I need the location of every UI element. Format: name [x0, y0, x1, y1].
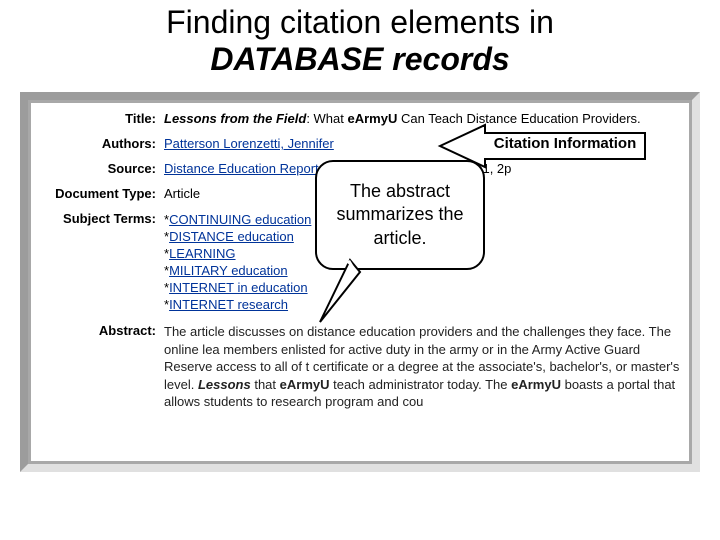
- subject-link[interactable]: MILITARY education: [169, 263, 288, 278]
- author-link[interactable]: Patterson Lorenzetti, Jennifer: [164, 136, 334, 151]
- slide: Finding citation elements in DATABASE re…: [0, 0, 720, 540]
- heading-line2: DATABASE records: [210, 41, 509, 77]
- citation-arrow-callout: Citation Information: [440, 125, 640, 167]
- abstract-row: Abstract: The article discusses on dista…: [31, 321, 689, 413]
- heading-line1: Finding citation elements in: [166, 4, 554, 40]
- subject-label: Subject Terms:: [31, 211, 164, 226]
- doctype-label: Document Type:: [31, 186, 164, 201]
- citation-arrow-label: Citation Information: [490, 135, 640, 152]
- subject-link[interactable]: DISTANCE education: [169, 229, 294, 244]
- source-link[interactable]: Distance Education Report: [164, 161, 319, 176]
- title-value: Lessons from the Field: What eArmyU Can …: [164, 111, 689, 126]
- subject-link[interactable]: INTERNET research: [169, 297, 288, 312]
- abstract-value: The article discusses on distance educat…: [164, 323, 689, 411]
- authors-label: Authors:: [31, 136, 164, 151]
- subject-item: INTERNET research: [164, 296, 683, 313]
- subject-item: INTERNET in education: [164, 279, 683, 296]
- subject-link[interactable]: INTERNET in education: [169, 280, 308, 295]
- subject-link[interactable]: CONTINUING education: [169, 212, 311, 227]
- abstract-callout-text: The abstract summarizes the article.: [327, 180, 473, 250]
- slide-heading: Finding citation elements in DATABASE re…: [0, 0, 720, 78]
- abstract-label: Abstract:: [31, 323, 164, 338]
- title-label: Title:: [31, 111, 164, 126]
- source-label: Source:: [31, 161, 164, 176]
- subject-link[interactable]: LEARNING: [169, 246, 235, 261]
